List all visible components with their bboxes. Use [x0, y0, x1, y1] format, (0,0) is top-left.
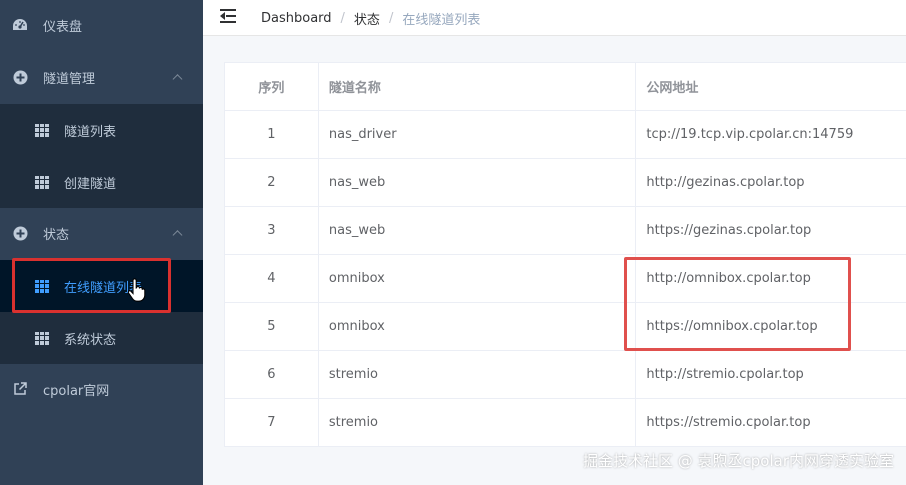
grid-icon [34, 330, 50, 346]
sidebar-item-label: 隧道列表 [64, 124, 117, 140]
cell-tunnel-name: stremio [319, 399, 637, 446]
watermark: 掘金技术社区 @ 袁煦丞cpolar内网穿透实验室 [582, 452, 894, 470]
cell-index: 7 [225, 399, 319, 446]
hamburger-menu-icon[interactable] [220, 9, 236, 23]
table-row: 7 stremio https://stremio.cpolar.top [225, 399, 906, 447]
column-header-index: 序列 [225, 63, 319, 110]
grid-icon [34, 278, 50, 294]
sidebar-item-system-status[interactable]: 系统状态 [0, 312, 203, 364]
table-row: 5 omnibox https://omnibox.cpolar.top [225, 303, 906, 351]
cell-public-address: https://gezinas.cpolar.top [646, 223, 812, 238]
cell-index: 5 [225, 303, 319, 350]
tunnel-table: 序列 隧道名称 公网地址 1 nas_driver tcp://19.tcp.v… [224, 62, 906, 447]
grid-icon [34, 122, 50, 138]
cell-index: 4 [225, 255, 319, 302]
cell-index: 2 [225, 159, 319, 206]
circle-plus-icon [12, 69, 28, 85]
breadcrumb-status[interactable]: 状态 [354, 9, 380, 28]
hand-cursor-icon [127, 278, 146, 302]
sidebar-item-tunnel-management[interactable]: 隧道管理 [0, 52, 203, 102]
cell-tunnel-name: stremio [319, 351, 637, 398]
sidebar-item-online-tunnels[interactable]: 在线隧道列表 [0, 260, 203, 312]
sidebar: 仪表盘 隧道管理 隧道列表 创建隧道 状态 在线隧道列表 系统状态 cpolar… [0, 0, 203, 485]
breadcrumb-separator: / [388, 11, 394, 26]
breadcrumb-separator: / [340, 11, 345, 26]
sidebar-item-dashboard[interactable]: 仪表盘 [0, 0, 203, 50]
breadcrumb: Dashboard / 状态 / 在线隧道列表 [261, 9, 480, 28]
cell-public-address: http://gezinas.cpolar.top [646, 175, 805, 190]
table-header-row: 序列 隧道名称 公网地址 [225, 63, 906, 111]
cell-public-address: http://omnibox.cpolar.top [646, 271, 811, 286]
cell-public-address: http://stremio.cpolar.top [646, 367, 804, 382]
sidebar-item-tunnel-list[interactable]: 隧道列表 [0, 104, 203, 156]
sidebar-item-status[interactable]: 状态 [0, 208, 203, 258]
table-row: 4 omnibox http://omnibox.cpolar.top [225, 255, 906, 303]
top-navbar: Dashboard / 状态 / 在线隧道列表 [203, 0, 906, 36]
sidebar-item-label: 状态 [43, 227, 70, 243]
sidebar-item-label: 创建隧道 [64, 176, 117, 192]
sidebar-item-cpolar-website[interactable]: cpolar官网 [0, 364, 203, 414]
sidebar-item-label: 系统状态 [64, 332, 117, 348]
cell-index: 3 [225, 207, 319, 254]
table-row: 3 nas_web https://gezinas.cpolar.top [225, 207, 906, 255]
circle-plus-icon [12, 225, 28, 241]
table-row: 6 stremio http://stremio.cpolar.top [225, 351, 906, 399]
breadcrumb-dashboard[interactable]: Dashboard [261, 11, 332, 26]
cell-index: 1 [225, 111, 319, 158]
column-header-name: 隧道名称 [319, 63, 637, 110]
sidebar-item-label: cpolar官网 [43, 383, 110, 399]
table-row: 1 nas_driver tcp://19.tcp.vip.cpolar.cn:… [225, 111, 906, 159]
dashboard-icon [12, 17, 28, 33]
cell-tunnel-name: nas_web [319, 159, 637, 206]
chevron-up-icon [172, 74, 183, 85]
column-header-address: 公网地址 [646, 81, 699, 96]
cell-tunnel-name: nas_driver [319, 111, 637, 158]
cell-public-address: https://stremio.cpolar.top [646, 415, 811, 430]
external-link-icon [12, 381, 28, 397]
sidebar-item-label: 仪表盘 [43, 19, 83, 35]
cell-public-address: tcp://19.tcp.vip.cpolar.cn:14759 [646, 127, 854, 142]
breadcrumb-current: 在线隧道列表 [402, 13, 481, 28]
grid-icon [34, 174, 50, 190]
chevron-up-icon [172, 230, 183, 241]
sidebar-item-label: 隧道管理 [43, 71, 96, 87]
cell-tunnel-name: omnibox [319, 303, 637, 350]
cell-index: 6 [225, 351, 319, 398]
cell-tunnel-name: omnibox [319, 255, 637, 302]
sidebar-item-create-tunnel[interactable]: 创建隧道 [0, 156, 203, 208]
cell-public-address: https://omnibox.cpolar.top [646, 319, 818, 334]
table-row: 2 nas_web http://gezinas.cpolar.top [225, 159, 906, 207]
cell-tunnel-name: nas_web [319, 207, 637, 254]
